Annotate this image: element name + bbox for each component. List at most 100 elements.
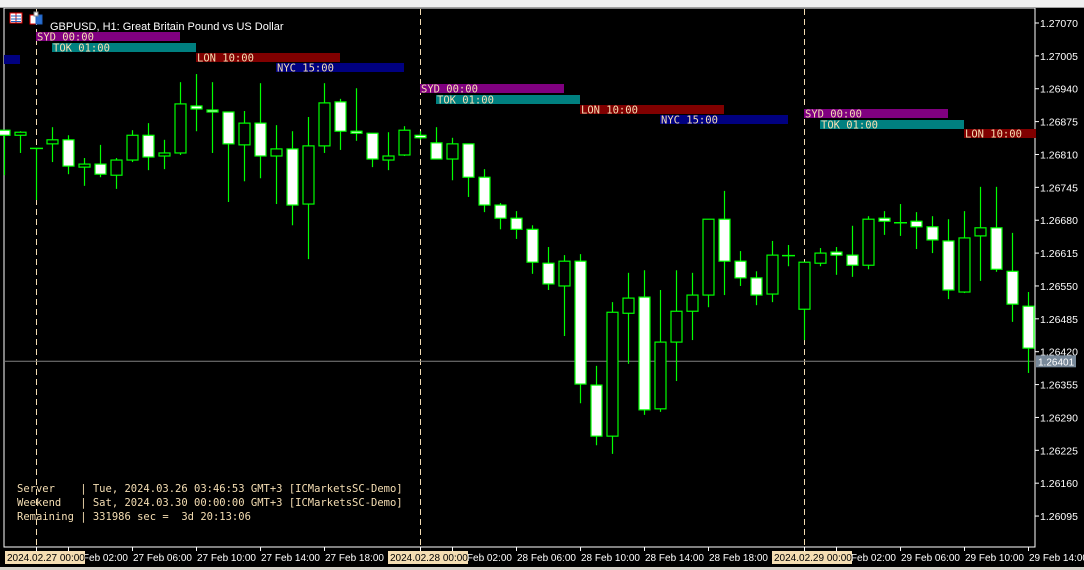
y-tick-label: 1.26485: [1040, 314, 1078, 326]
chart-title: GBPUSD, H1: Great Britain Pound vs US Do…: [50, 21, 284, 33]
y-tick-label: 1.26160: [1040, 478, 1078, 490]
y-tick-label: 1.26680: [1040, 215, 1078, 227]
x-tick-label: 28 Feb 06:00: [517, 553, 576, 564]
chart-window[interactable]: SYD 00:00 TOK 01:00 LON 10:00 NYC 15:00 SYD …: [0, 8, 1084, 567]
candle-bear: [910, 220, 923, 228]
candle-bull: [446, 143, 459, 160]
candle-bull: [670, 310, 683, 343]
session-label: NYC 15:00: [277, 63, 334, 75]
candle-bear: [990, 227, 1003, 270]
info-remaining: Remaining | 331986 sec = 3d 20:13:06: [17, 511, 251, 523]
candle-bear: [574, 260, 587, 385]
candle-bull: [814, 252, 827, 264]
candle-bull: [78, 163, 91, 168]
date-highlight-label: 2024.02.28 00:00: [390, 553, 468, 564]
candle-bear: [1022, 305, 1035, 349]
y-tick-label: 1.26875: [1040, 117, 1078, 129]
chart-icons: [9, 11, 43, 25]
candle-bull: [862, 218, 875, 266]
session-label: TOK 01:00: [437, 95, 494, 107]
candle-bear: [350, 130, 363, 134]
y-tick-label: 1.26745: [1040, 182, 1078, 194]
candle-bull: [110, 159, 123, 176]
candle-bull: [686, 294, 699, 312]
x-tick-label: 27 Feb 14:00: [261, 553, 320, 564]
x-tick-label: 27 Feb 18:00: [325, 553, 384, 564]
candle-bear: [478, 176, 491, 206]
session-label: LON 10:00: [965, 129, 1022, 141]
candle-bear: [430, 142, 443, 160]
candle-bear: [510, 217, 523, 230]
candle-bear: [334, 101, 347, 132]
candle-bull: [654, 341, 667, 410]
candle-bear: [638, 296, 651, 411]
toolbar-strip: [0, 0, 1084, 8]
candle-bull: [398, 129, 411, 156]
x-tick-label: 28 Feb 10:00: [581, 553, 640, 564]
candle-bull: [702, 218, 715, 296]
candle-bull: [558, 260, 571, 287]
candle-bull: [974, 227, 987, 237]
y-tick-label: 1.27070: [1040, 18, 1078, 30]
x-tick-label: 28 Feb 14:00: [645, 553, 704, 564]
candle-bear: [942, 240, 955, 291]
candle-bear: [366, 132, 379, 160]
candle-bull: [126, 134, 139, 161]
candle-bear: [62, 139, 75, 167]
symbol-list-icon: [9, 12, 23, 24]
y-tick-label: 1.26290: [1040, 412, 1078, 424]
candle-bear: [0, 129, 11, 136]
bid-price-label: 1.26401: [1038, 357, 1075, 368]
y-tick-label: 1.26095: [1040, 511, 1078, 523]
candle-bear: [734, 260, 747, 279]
y-tick-label: 1.26550: [1040, 281, 1078, 293]
session-label: NYC 15:00: [661, 115, 718, 127]
candle-bear: [462, 143, 475, 178]
info-weekend: Weekend | Sat, 2024.03.30 00:00:00 GMT+3…: [17, 497, 403, 509]
session-label: LON 10:00: [581, 105, 638, 117]
y-tick-label: 1.26355: [1040, 380, 1078, 392]
candle-bear: [750, 277, 763, 296]
candle-bear: [846, 254, 859, 266]
x-tick-label: 27 Feb 10:00: [197, 553, 256, 564]
candle-bull: [622, 297, 635, 314]
info-server: Server | Tue, 2024.03.26 03:46:53 GMT+3 …: [17, 483, 403, 495]
y-tick-label: 1.26940: [1040, 84, 1078, 96]
x-tick-label: 29 Feb 14:00: [1029, 553, 1084, 564]
candle-bull: [270, 148, 283, 157]
candle-bull: [158, 152, 171, 157]
candle-bear: [718, 218, 731, 262]
session-bar-nyc: [4, 55, 20, 64]
candle-bull: [14, 131, 27, 136]
candle-bull: [238, 122, 251, 146]
candle-bull: [46, 139, 59, 145]
candle-bear: [1006, 270, 1019, 305]
y-tick-label: 1.26615: [1040, 248, 1078, 260]
candle-bull: [174, 103, 187, 154]
candle-bear: [542, 262, 555, 285]
x-tick-label: 27 Feb 06:00: [133, 553, 192, 564]
y-tick-label: 1.26810: [1040, 149, 1078, 161]
x-tick-label: 28 Feb 18:00: [709, 553, 768, 564]
candle-bull: [382, 155, 395, 161]
session-label: TOK 01:00: [53, 43, 110, 55]
candle-bear: [286, 148, 299, 206]
candle-bear: [94, 163, 107, 175]
candle-bear: [142, 134, 155, 158]
candle-bull: [302, 145, 315, 205]
candle-bear: [190, 105, 203, 110]
x-tick-label: 29 Feb 06:00: [901, 553, 960, 564]
y-tick-label: 1.27005: [1040, 51, 1078, 63]
candle-bear: [526, 228, 539, 263]
session-label: LON 10:00: [197, 53, 254, 65]
candle-bear: [414, 134, 427, 139]
x-tick-label: 29 Feb 10:00: [965, 553, 1024, 564]
y-tick-label: 1.26225: [1040, 445, 1078, 457]
candle-bull: [766, 254, 779, 295]
candle-bear: [830, 251, 843, 256]
candle-bull: [318, 102, 331, 147]
session-label: TOK 01:00: [821, 120, 878, 132]
candle-bear: [222, 111, 235, 145]
date-highlight-label: 2024.02.27 00:00: [7, 553, 85, 564]
candle-bear: [590, 384, 603, 437]
